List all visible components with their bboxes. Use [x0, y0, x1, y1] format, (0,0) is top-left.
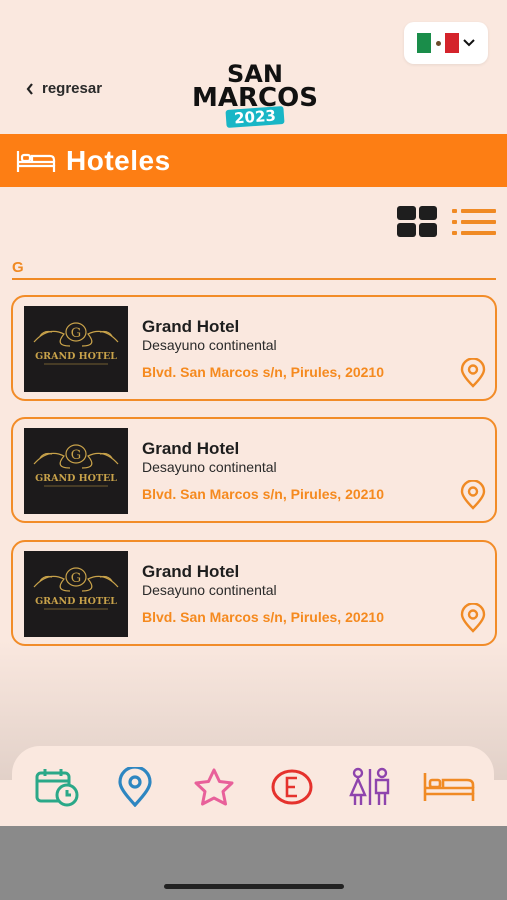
tab-events[interactable] — [263, 762, 321, 812]
hotel-address: Blvd. San Marcos s/n, Pirules, 20210 — [142, 609, 384, 625]
chevron-down-icon — [463, 39, 475, 47]
logo-year: 2023 — [234, 107, 277, 128]
list-view-button[interactable] — [452, 207, 496, 237]
bottom-tab-bar — [12, 746, 494, 828]
hotel-card[interactable]: G GRAND HOTEL Grand Hotel Desayuno conti… — [11, 295, 497, 401]
map-pin-icon[interactable] — [458, 603, 488, 633]
grid-icon — [397, 206, 416, 220]
map-pin-icon[interactable] — [458, 358, 488, 388]
e-circle-icon — [271, 769, 313, 805]
language-selector[interactable] — [404, 22, 488, 64]
hotel-card[interactable]: G GRAND HOTEL Grand Hotel Desayuno conti… — [11, 417, 497, 523]
hotel-description: Desayuno continental — [142, 459, 277, 475]
grid-view-button[interactable] — [397, 206, 437, 237]
hotel-thumbnail: G GRAND HOTEL — [24, 551, 128, 637]
tab-hotels[interactable] — [420, 762, 478, 812]
hotel-logo-initial: G — [71, 448, 81, 463]
hotel-logo-text: GRAND HOTEL — [35, 351, 117, 362]
hotel-name: Grand Hotel — [142, 562, 240, 581]
home-indicator[interactable] — [164, 884, 344, 889]
map-pin-icon[interactable] — [458, 480, 488, 510]
mexico-flag-icon — [417, 33, 459, 53]
map-pin-icon — [118, 767, 153, 807]
section-header: Hoteles — [0, 134, 507, 187]
back-label: regresar — [42, 80, 103, 97]
search-input[interactable] — [12, 259, 496, 276]
bed-icon — [423, 773, 475, 801]
restroom-icon — [349, 767, 390, 805]
chevron-left-icon — [26, 82, 33, 95]
hotel-thumbnail: G GRAND HOTEL — [24, 428, 128, 514]
tab-restrooms[interactable] — [341, 762, 399, 812]
list-icon — [452, 209, 496, 235]
hotel-description: Desayuno continental — [142, 582, 277, 598]
hotel-logo-initial: G — [71, 326, 81, 341]
tab-map[interactable] — [106, 762, 164, 812]
search-field[interactable] — [12, 258, 496, 280]
star-icon — [194, 768, 234, 806]
hotel-description: Desayuno continental — [142, 337, 277, 353]
hotel-logo-initial: G — [71, 571, 81, 586]
hotel-address: Blvd. San Marcos s/n, Pirules, 20210 — [142, 486, 384, 502]
tab-calendar[interactable] — [28, 762, 86, 812]
hotel-name: Grand Hotel — [142, 439, 240, 458]
hotel-card[interactable]: G GRAND HOTEL Grand Hotel Desayuno conti… — [11, 540, 497, 646]
hotel-thumbnail: G GRAND HOTEL — [24, 306, 128, 392]
bed-icon — [16, 150, 56, 172]
back-button[interactable]: regresar — [26, 80, 102, 97]
hotel-name: Grand Hotel — [142, 317, 240, 336]
calendar-clock-icon — [35, 769, 79, 807]
page-title: Hoteles — [66, 144, 171, 176]
san-marcos-logo: SAN MARCOS 2023 — [192, 60, 318, 128]
tab-favorites[interactable] — [185, 762, 243, 812]
hotel-logo-text: GRAND HOTEL — [35, 596, 117, 607]
hotel-address: Blvd. San Marcos s/n, Pirules, 20210 — [142, 364, 384, 380]
hotel-logo-text: GRAND HOTEL — [35, 473, 117, 484]
